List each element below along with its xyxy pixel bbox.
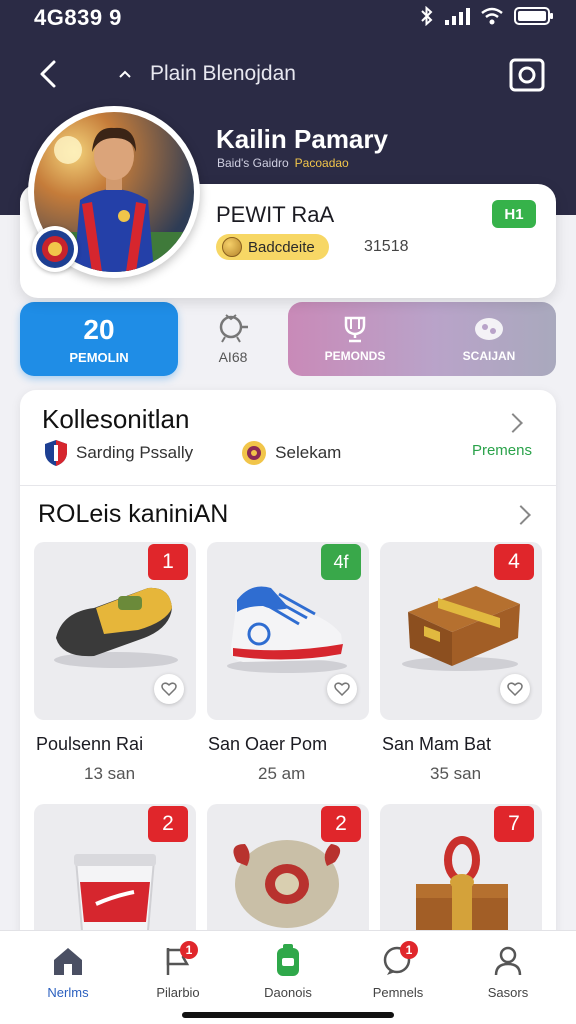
- stat-label: AI68: [218, 349, 248, 365]
- collection-row: Sarding Pssally Selekam: [44, 438, 544, 468]
- item-card[interactable]: 4f: [207, 542, 369, 720]
- heart-icon: [334, 682, 350, 696]
- profile-subtitle: Baid's Gaidro Pacoadao: [217, 156, 349, 170]
- nav-title: Plain Blenojdan: [150, 62, 296, 85]
- stat-tile-pemolin[interactable]: 20 PEMOLIN: [20, 302, 178, 376]
- bottle-icon: [277, 944, 299, 976]
- tab-label: Pilarbio: [156, 985, 200, 1000]
- stat-label: PEMOLIN: [69, 349, 129, 365]
- notification-badge: 1: [400, 941, 418, 959]
- coin-count: 31518: [364, 238, 409, 255]
- item-name: San Oaer Pom: [208, 734, 328, 754]
- tab-daonois[interactable]: Daonois: [238, 943, 338, 1000]
- stat-tile-pemonds[interactable]: PEMONDS: [288, 302, 422, 376]
- item-time: 13 san: [84, 764, 136, 783]
- chevron-up-icon: [119, 70, 131, 78]
- item-name: San Mam Bat: [382, 734, 492, 754]
- battery-icon: [514, 7, 553, 25]
- profile-name: Kailin Pamary: [216, 124, 388, 154]
- medal-icon: [242, 441, 267, 465]
- tab-sasors[interactable]: Sasors: [458, 943, 558, 1000]
- stat-value: 20: [83, 313, 115, 345]
- team-crest-icon: [32, 226, 78, 272]
- favorite-button[interactable]: [500, 674, 530, 704]
- avatar[interactable]: [28, 106, 200, 278]
- stat-pair: PEMONDS SCAIJAN: [288, 302, 556, 376]
- tab-nerlms[interactable]: Nerlms: [18, 943, 118, 1000]
- signal-icon: [445, 8, 470, 25]
- collection-item-selekam[interactable]: Selekam: [241, 440, 341, 466]
- back-arrow-icon: [40, 60, 56, 88]
- trophy-icon: [344, 316, 366, 343]
- heart-icon: [507, 682, 523, 696]
- tab-label: Nerlms: [47, 985, 89, 1000]
- heart-icon: [161, 682, 177, 696]
- roles-title: ROLeis kaniniAN: [38, 500, 229, 528]
- status-bar: 4G839 9: [0, 0, 576, 36]
- notification-badge: 1: [180, 941, 198, 959]
- item-time: 25 am: [258, 764, 306, 783]
- stat-tile-ai68[interactable]: AI68: [192, 302, 274, 376]
- favorite-button[interactable]: [154, 674, 184, 704]
- favorite-button[interactable]: [327, 674, 357, 704]
- bluetooth-icon: [421, 6, 433, 26]
- collection-item-label: Sarding Pssally: [76, 443, 194, 462]
- roles-chevron-right-icon[interactable]: [511, 505, 531, 525]
- sneaker-icon: [227, 586, 347, 673]
- item-card[interactable]: 4: [380, 542, 542, 720]
- tab-label: Daonois: [264, 985, 312, 1000]
- nav-title-group[interactable]: Plain Blenojdan: [118, 62, 296, 86]
- stat-label: PEMONDS: [324, 349, 386, 363]
- tab-label: Sasors: [487, 985, 529, 1000]
- collection-title: Kollesonitlan: [42, 404, 190, 434]
- profile-subtitle-tag: Pacoadao: [294, 156, 349, 170]
- tab-label: Pemnels: [372, 985, 424, 1000]
- collection-chevron-right-icon[interactable]: [503, 413, 523, 433]
- home-icon: [54, 948, 82, 975]
- ball-icon: [475, 318, 503, 340]
- level-badge: H1: [492, 200, 536, 228]
- user-icon: [494, 946, 522, 976]
- item-card[interactable]: 1: [34, 542, 196, 720]
- stat-tile-scaijan[interactable]: SCAIJAN: [422, 302, 556, 376]
- treasure-chest-icon: [402, 586, 520, 671]
- nav-bar: Plain Blenojdan: [0, 50, 576, 100]
- coin-badge-label: Badcdeite: [248, 238, 315, 256]
- shield-icon: [45, 440, 67, 466]
- collection-item-label: Selekam: [275, 443, 342, 462]
- premium-link[interactable]: Premens: [472, 442, 532, 459]
- tab-bar: Nerlms 1 Pilarbio Daonois 1 Pemnels Saso…: [0, 930, 576, 1024]
- status-icons: [420, 6, 554, 26]
- coin-icon: [222, 237, 242, 257]
- camera-button[interactable]: [508, 56, 546, 94]
- back-button[interactable]: [30, 56, 66, 92]
- collection-item-sarding[interactable]: Sarding Pssally: [44, 439, 193, 467]
- camera-icon: [509, 58, 545, 92]
- item-name: Poulsenn Rai: [36, 734, 144, 754]
- home-indicator[interactable]: [182, 1012, 394, 1018]
- wifi-icon: [481, 7, 503, 25]
- tab-pilarbio[interactable]: 1 Pilarbio: [128, 941, 228, 1000]
- profile-subtitle-team: Baid's Gaidro: [217, 156, 289, 170]
- shoe-slipper-icon: [54, 587, 178, 668]
- item-time: 35 san: [430, 764, 482, 783]
- whistle-icon: [219, 314, 248, 343]
- profile-card-title: PEWIT RaA: [216, 202, 335, 227]
- coin-badge[interactable]: Badcdeite: [216, 234, 329, 260]
- status-time: 4G839 9: [34, 5, 122, 30]
- tab-pemnels[interactable]: 1 Pemnels: [348, 941, 448, 1000]
- divider: [20, 485, 556, 486]
- stat-label: SCAIJAN: [462, 349, 516, 363]
- main-card: Kollesonitlan Sarding Pssally Selekam Pr…: [20, 390, 556, 954]
